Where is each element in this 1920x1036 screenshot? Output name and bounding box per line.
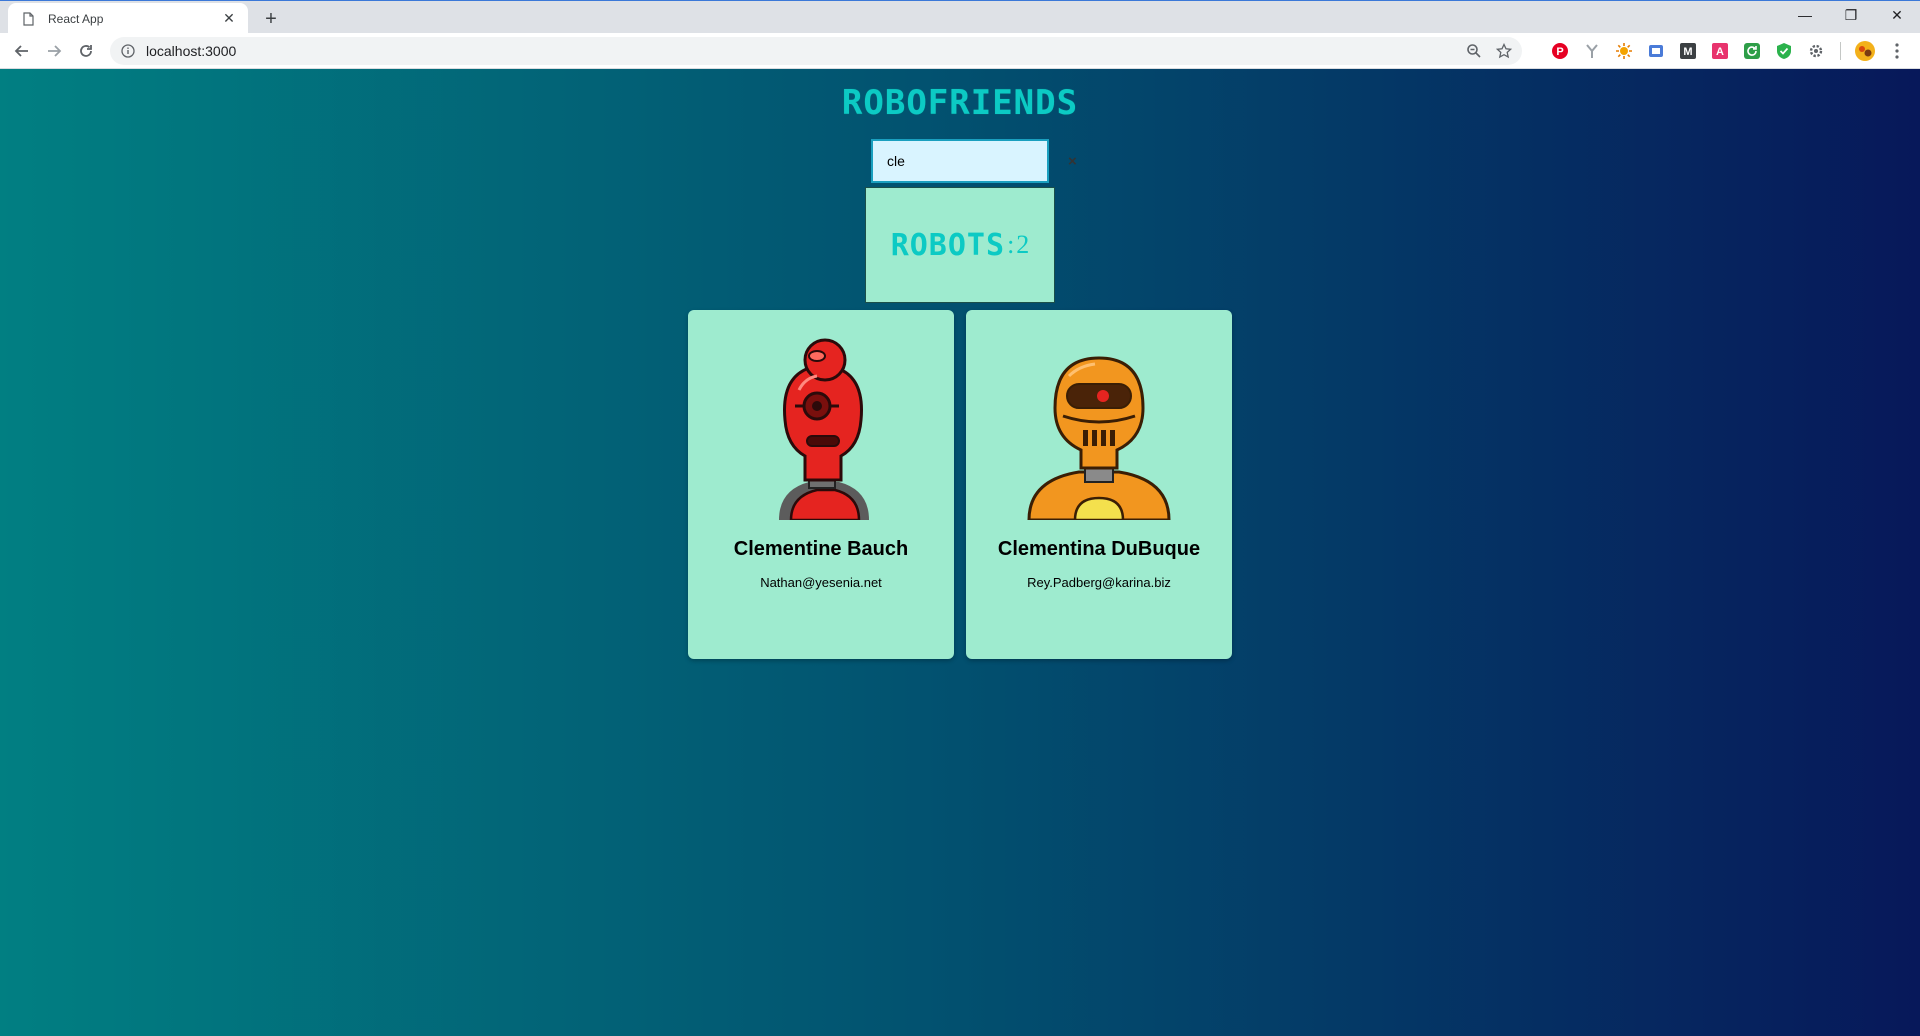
search-input[interactable]	[887, 153, 1068, 169]
robot-email: Nathan@yesenia.net	[760, 575, 882, 590]
broom-extension-icon[interactable]	[1580, 39, 1604, 63]
restore-button[interactable]: ❐	[1828, 1, 1874, 29]
forward-arrow-icon	[48, 45, 62, 57]
svg-text:M: M	[1683, 46, 1692, 58]
clear-search-icon[interactable]: ×	[1068, 153, 1077, 170]
robot-card[interactable]: Clementina DuBuque Rey.Padberg@karina.bi…	[966, 310, 1232, 659]
browser-tab[interactable]: React App ✕	[8, 3, 248, 34]
sun-extension-icon[interactable]	[1612, 39, 1636, 63]
info-icon[interactable]	[120, 43, 136, 59]
robot-count-label: ROBOTS	[890, 227, 1006, 263]
pinterest-extension-icon[interactable]: P	[1548, 39, 1572, 63]
back-arrow-icon	[14, 45, 28, 57]
browser-toolbar: localhost:3000 P M A	[0, 33, 1920, 69]
tab-title: React App	[48, 11, 104, 26]
app-title: ROBOFRIENDS	[841, 83, 1079, 123]
robot-card-list: Clementine Bauch Nathan@yesenia.net Clem…	[688, 310, 1232, 659]
robot-name: Clementine Bauch	[733, 538, 909, 560]
extensions-bar: P M A	[1548, 39, 1909, 63]
m-extension-icon[interactable]: M	[1676, 39, 1700, 63]
robot-count-value: 2	[1016, 230, 1030, 259]
close-window-button[interactable]: ✕	[1874, 1, 1920, 29]
tab-close-icon[interactable]: ✕	[220, 10, 238, 28]
robot-card[interactable]: Clementine Bauch Nathan@yesenia.net	[688, 310, 954, 659]
svg-text:A: A	[1716, 46, 1724, 58]
app-viewport: ROBOFRIENDS × ROBOTS : 2	[0, 69, 1920, 1036]
profile-avatar[interactable]	[1853, 39, 1877, 63]
address-bar[interactable]: localhost:3000	[110, 37, 1522, 65]
red-robot-image	[779, 338, 869, 520]
svg-text:P: P	[1556, 46, 1563, 58]
tab-strip: React App ✕ + — ❐ ✕	[0, 0, 1920, 34]
bookmark-star-icon[interactable]	[1494, 41, 1514, 61]
browser-menu-icon[interactable]	[1885, 39, 1909, 63]
gear-extension-icon[interactable]	[1804, 39, 1828, 63]
orange-robot-image	[1027, 356, 1171, 520]
new-tab-button[interactable]: +	[258, 6, 284, 32]
robot-email: Rey.Padberg@karina.biz	[1027, 575, 1171, 590]
zoom-icon[interactable]	[1464, 41, 1484, 61]
a-extension-icon[interactable]: A	[1708, 39, 1732, 63]
toolbar-separator	[1840, 42, 1841, 60]
blue-square-extension-icon[interactable]	[1644, 39, 1668, 63]
window-controls: — ❐ ✕	[1782, 1, 1920, 31]
search-box[interactable]: ×	[871, 139, 1077, 183]
reload-icon	[80, 45, 92, 57]
reload-button[interactable]	[72, 37, 100, 65]
url-text: localhost:3000	[146, 43, 237, 59]
robot-name: Clementina DuBuque	[997, 538, 1201, 560]
forward-button[interactable]	[40, 37, 68, 65]
minimize-button[interactable]: —	[1782, 1, 1828, 29]
page-icon	[22, 11, 34, 26]
back-button[interactable]	[8, 37, 36, 65]
shield-extension-icon[interactable]	[1772, 39, 1796, 63]
robot-count-separator: :	[1007, 230, 1015, 259]
robot-count-box: ROBOTS : 2	[865, 187, 1055, 303]
green-sync-extension-icon[interactable]	[1740, 39, 1764, 63]
